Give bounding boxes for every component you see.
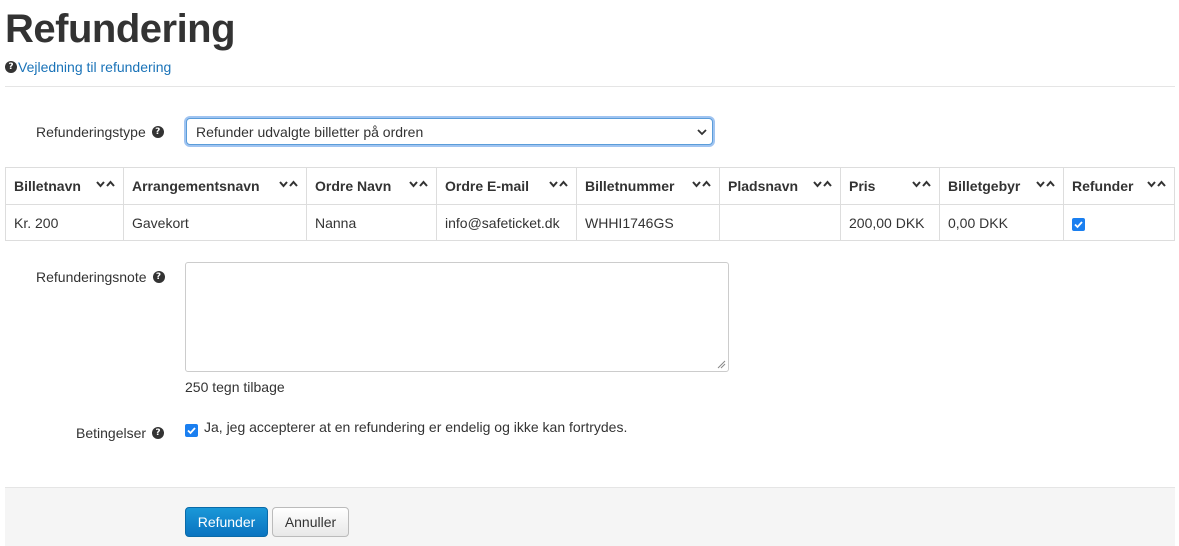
chevron-down-icon: [1147, 181, 1156, 188]
checkmark-icon: [187, 427, 196, 435]
refund-checkbox[interactable]: [1072, 217, 1085, 231]
cell-billetnavn: Kr. 200: [5, 204, 124, 241]
column-header-arrangementsnavn: Arrangementsnavn: [123, 167, 307, 205]
chevron-up-icon: [559, 180, 568, 187]
cell-billetgebyr: 0,00 DKK: [939, 204, 1064, 241]
chevron-down-icon: [1036, 181, 1045, 188]
refund-type-selected: Refunder udvalgte billetter på ordren: [196, 123, 424, 140]
cell-billetnummer: WHHI1746GS: [576, 204, 720, 241]
question-circle-icon: ?: [5, 61, 17, 73]
column-header-billetgebyr: Billetgebyr: [939, 167, 1064, 205]
sort-control[interactable]: [813, 180, 832, 188]
cell-refunder: [1063, 204, 1175, 241]
form-actions-bar: [5, 487, 1175, 546]
chevron-up-icon: [922, 180, 931, 187]
refund-note-textarea[interactable]: [185, 262, 729, 372]
chevron-down-icon: [813, 181, 822, 188]
checkmark-icon: [1074, 220, 1083, 228]
column-header-billetnummer: Billetnummer: [576, 167, 720, 205]
refund-submit-button[interactable]: Refunder: [185, 507, 268, 537]
cell-ordre-navn: Nanna: [306, 204, 437, 241]
chevron-down-icon: [692, 181, 701, 188]
column-header-ordre-email: Ordre E-mail: [436, 167, 577, 205]
cell-pris: 200,00 DKK: [840, 204, 940, 241]
column-header-billetnavn: Billetnavn: [5, 167, 124, 205]
column-header-refunder: Refunder: [1063, 167, 1175, 205]
cancel-button[interactable]: Annuller: [272, 507, 349, 537]
sort-control[interactable]: [409, 180, 428, 188]
resize-grip-icon[interactable]: [717, 360, 726, 369]
sort-control[interactable]: [1036, 180, 1055, 188]
question-circle-icon[interactable]: ?: [151, 126, 164, 138]
refund-type-label-group: Refunderingstype ?: [36, 124, 165, 140]
chevron-down-icon: [96, 181, 105, 188]
question-circle-icon[interactable]: ?: [152, 427, 165, 439]
cell-pladsnavn: [719, 204, 841, 241]
guide-link[interactable]: ? Vejledning til refundering: [5, 59, 171, 75]
chevron-up-icon: [702, 180, 711, 187]
column-header-ordre-navn: Ordre Navn: [306, 167, 437, 205]
character-counter: 250 tegn tilbage: [185, 379, 285, 395]
chevron-up-icon: [1046, 180, 1055, 187]
cell-arrangementsnavn: Gavekort: [123, 204, 307, 241]
chevron-down-icon: [409, 181, 418, 188]
question-circle-icon[interactable]: ?: [152, 271, 165, 283]
table-row: Kr. 200 Gavekort Nanna info@safeticket.d…: [5, 204, 1175, 241]
note-label-group: Refunderingsnote ?: [36, 269, 166, 285]
page-title: Refundering: [5, 7, 236, 51]
table-header-row: Billetnavn Arrangementsnavn Ordre Navn O…: [5, 167, 1175, 205]
cell-ordre-email: info@safeticket.dk: [436, 204, 577, 241]
sort-control[interactable]: [912, 180, 931, 188]
sort-control[interactable]: [692, 180, 711, 188]
terms-label: Betingelser: [76, 425, 147, 441]
refund-type-label: Refunderingstype: [36, 124, 146, 140]
chevron-up-icon: [823, 180, 832, 187]
terms-checkbox-row: Ja, jeg accepterer at en refundering er …: [185, 419, 628, 437]
chevron-up-icon: [1157, 180, 1166, 187]
sort-control[interactable]: [96, 180, 115, 188]
sort-control[interactable]: [279, 180, 298, 188]
tickets-table: Billetnavn Arrangementsnavn Ordre Navn O…: [5, 167, 1175, 241]
divider: [5, 86, 1175, 87]
chevron-down-icon: [697, 129, 707, 136]
terms-label-group: Betingelser ?: [76, 425, 165, 441]
refund-type-select[interactable]: Refunder udvalgte billetter på ordren: [186, 118, 713, 145]
chevron-up-icon: [106, 180, 115, 187]
column-header-pris: Pris: [840, 167, 940, 205]
guide-link-label: Vejledning til refundering: [18, 59, 172, 75]
sort-control[interactable]: [549, 180, 568, 188]
note-label: Refunderingsnote: [36, 269, 147, 285]
column-header-pladsnavn: Pladsnavn: [719, 167, 841, 205]
chevron-down-icon: [912, 181, 921, 188]
refund-page: Refundering ? Vejledning til refundering…: [0, 0, 1179, 546]
sort-control[interactable]: [1147, 180, 1166, 188]
chevron-up-icon: [419, 180, 428, 187]
terms-text: Ja, jeg accepterer at en refundering er …: [204, 419, 628, 435]
chevron-down-icon: [549, 181, 558, 188]
terms-checkbox[interactable]: [185, 424, 198, 437]
chevron-down-icon: [279, 181, 288, 188]
chevron-up-icon: [289, 180, 298, 187]
